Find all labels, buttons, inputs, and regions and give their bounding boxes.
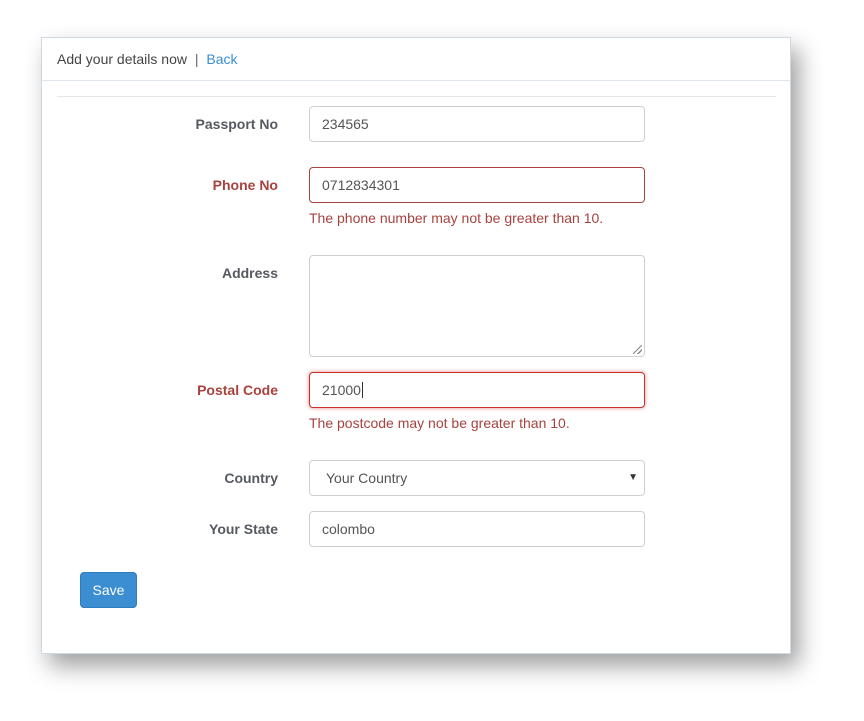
- country-select[interactable]: Your Country ▼: [309, 460, 645, 496]
- phone-input[interactable]: 0712834301: [309, 167, 645, 203]
- passport-label: Passport No: [195, 116, 278, 132]
- state-input[interactable]: colombo: [309, 511, 645, 547]
- panel-heading: Add your details now | Back: [42, 38, 790, 81]
- save-button[interactable]: Save: [80, 572, 137, 608]
- divider: [57, 96, 776, 97]
- title-separator: |: [194, 51, 199, 67]
- state-label: Your State: [209, 521, 278, 537]
- postal-input[interactable]: 21000: [309, 372, 645, 408]
- text-caret: [361, 382, 363, 398]
- phone-label: Phone No: [212, 177, 278, 193]
- country-selected: Your Country: [326, 470, 408, 486]
- panel-title: Add your details now: [57, 51, 187, 67]
- phone-value: 0712834301: [322, 177, 400, 193]
- passport-value: 234565: [322, 116, 369, 132]
- postal-label: Postal Code: [197, 382, 278, 398]
- address-textarea[interactable]: [309, 255, 645, 357]
- phone-error: The phone number may not be greater than…: [309, 210, 604, 226]
- caret-down-icon: ▼: [628, 472, 638, 483]
- passport-input[interactable]: 234565: [309, 106, 645, 142]
- details-panel: Add your details now | Back Passport No …: [41, 37, 791, 654]
- postal-error: The postcode may not be greater than 10.: [309, 415, 570, 431]
- address-label: Address: [221, 265, 278, 281]
- state-value: colombo: [322, 521, 375, 537]
- back-link[interactable]: Back: [206, 51, 237, 67]
- country-label: Country: [224, 470, 278, 486]
- resize-handle-icon[interactable]: [633, 345, 642, 354]
- postal-value: 21000: [322, 382, 361, 398]
